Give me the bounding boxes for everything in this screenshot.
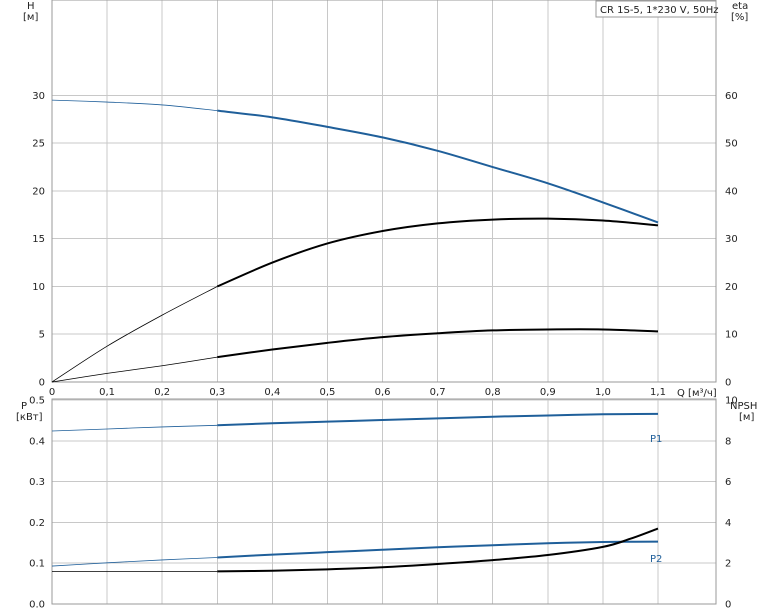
h-axis-unit: [м] bbox=[23, 12, 38, 23]
left-tick-label: 0.2 bbox=[29, 518, 45, 529]
left-tick-label: 0.1 bbox=[29, 559, 45, 570]
x-tick-label: 0,4 bbox=[264, 387, 280, 398]
right-tick-label: 8 bbox=[725, 436, 731, 447]
x-tick-label: 1,1 bbox=[650, 387, 666, 398]
p-axis-unit: [кВт] bbox=[16, 412, 43, 423]
left-tick-label: 0.0 bbox=[29, 600, 45, 611]
left-tick-label: 0.3 bbox=[29, 477, 45, 488]
x-tick-label: 0,2 bbox=[154, 387, 170, 398]
pump-performance-chart: 05101520253001020304050600 0,1 0,2 0,3 0,4 0,… bbox=[16, 0, 757, 611]
x-tick-label: 0,7 bbox=[430, 387, 446, 398]
left-tick-label: 15 bbox=[32, 234, 45, 245]
left-tick-label: 0.4 bbox=[29, 436, 45, 447]
eta-axis-label: eta bbox=[732, 1, 748, 12]
x-tick-label: 0 bbox=[49, 387, 55, 398]
right-tick-label: 40 bbox=[725, 186, 738, 197]
right-tick-label: 10 bbox=[725, 330, 738, 341]
right-tick-label: 6 bbox=[725, 477, 731, 488]
x-tick-label: 0,3 bbox=[209, 387, 225, 398]
p2-series-label: P2 bbox=[650, 554, 662, 565]
right-tick-label: 50 bbox=[725, 139, 738, 150]
left-tick-label: 0 bbox=[39, 378, 45, 389]
left-tick-label: 0.5 bbox=[29, 396, 45, 407]
q-axis-label: Q [м³/ч] bbox=[677, 388, 717, 399]
right-tick-label: 2 bbox=[725, 559, 731, 570]
bottom-panel-frame bbox=[51, 398, 717, 605]
right-tick-label: 30 bbox=[725, 234, 738, 245]
top-series-0-curve-extrapolated bbox=[51, 99, 218, 112]
left-tick-label: 25 bbox=[32, 139, 45, 150]
left-tick-label: 10 bbox=[32, 282, 45, 293]
chart-title: CR 1S-5, 1*230 V, 50Hz bbox=[600, 5, 718, 16]
right-tick-label: 0 bbox=[725, 600, 731, 611]
right-tick-label: 20 bbox=[725, 282, 738, 293]
right-tick-label: 0 bbox=[725, 378, 731, 389]
p1-curve-extrapolated bbox=[51, 424, 218, 432]
bottom-panel-grid bbox=[51, 399, 716, 605]
p-axis-label: P bbox=[21, 401, 27, 412]
npsh-axis-unit: [м] bbox=[739, 412, 754, 423]
x-tick-label: 0,8 bbox=[485, 387, 501, 398]
left-tick-label: 30 bbox=[32, 91, 45, 102]
p1-series-label: P1 bbox=[650, 434, 662, 445]
x-tick-label: 0,5 bbox=[320, 387, 336, 398]
top-panel-grid bbox=[51, 0, 716, 383]
left-tick-label: 20 bbox=[32, 186, 45, 197]
x-tick-label: 0,9 bbox=[540, 387, 556, 398]
p2-curve-extrapolated bbox=[51, 557, 218, 567]
top-series-2-curve-extrapolated bbox=[51, 356, 218, 383]
x-tick-label: 0,1 bbox=[99, 387, 115, 398]
eta-axis-unit: [%] bbox=[731, 12, 748, 23]
npsh-axis-label: NPSH bbox=[730, 401, 757, 412]
h-axis-label: H bbox=[27, 1, 35, 12]
bottom-panel-curves bbox=[51, 412, 659, 573]
right-tick-label: 4 bbox=[725, 518, 731, 529]
left-tick-label: 5 bbox=[39, 330, 45, 341]
top-panel-curves bbox=[51, 99, 659, 383]
right-tick-label: 60 bbox=[725, 91, 738, 102]
x-tick-label: 1,0 bbox=[595, 387, 611, 398]
x-tick-label: 0,6 bbox=[375, 387, 391, 398]
